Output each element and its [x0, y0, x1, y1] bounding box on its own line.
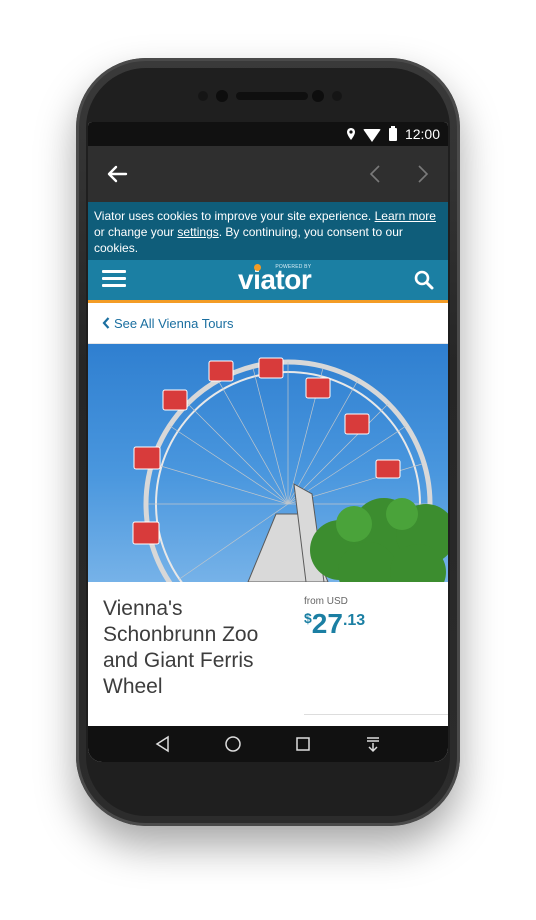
logo-dot [254, 264, 261, 271]
powered-by-label: POWERED BY [275, 264, 312, 270]
chevron-right-icon[interactable] [412, 164, 432, 184]
price-whole: 27 [311, 608, 343, 639]
price-currency: $ [304, 610, 312, 626]
learn-more-link[interactable]: Learn more [375, 209, 436, 223]
tour-title[interactable]: Vienna's Schonbrunn Zoo and Giant Ferris… [103, 596, 283, 700]
site-header: POWERED BY viator [88, 260, 448, 303]
browser-toolbar [88, 146, 448, 202]
tour-price: $27.13 [304, 608, 365, 640]
location-icon [346, 128, 355, 140]
cookie-text-1: Viator uses cookies to improve your site… [94, 209, 375, 223]
cookie-text-2: or change your [94, 225, 178, 239]
breadcrumb[interactable]: See All Vienna Tours [88, 303, 448, 344]
chevron-left-icon[interactable] [366, 164, 386, 184]
chevron-left-icon [102, 317, 110, 329]
status-bar: 12:00 [88, 122, 448, 146]
notification-down-icon[interactable] [364, 735, 382, 753]
settings-link[interactable]: settings [177, 225, 218, 239]
cookie-banner: Viator uses cookies to improve your site… [88, 202, 448, 260]
speaker-grille [236, 92, 308, 100]
status-time: 12:00 [404, 126, 440, 142]
viator-logo[interactable]: POWERED BY viator [238, 264, 312, 296]
price-cents: .13 [342, 612, 366, 629]
search-icon[interactable] [414, 270, 434, 290]
arrow-left-icon[interactable] [106, 163, 128, 185]
tour-details: Vienna's Schonbrunn Zoo and Giant Ferris… [88, 582, 448, 722]
breadcrumb-label: See All Vienna Tours [114, 315, 234, 331]
circle-home-icon[interactable] [224, 735, 242, 753]
camera-icon [216, 90, 228, 102]
ferris-wheel-illustration [132, 357, 448, 582]
sensor-icon [312, 90, 324, 102]
android-nav-bar [88, 726, 448, 762]
battery-icon [388, 125, 397, 141]
square-recents-icon[interactable] [294, 735, 312, 753]
from-price-label: from USD [304, 596, 348, 607]
hamburger-menu-icon[interactable] [102, 270, 126, 290]
divider [304, 714, 448, 715]
sensor-icon [332, 91, 342, 101]
sensor-icon [198, 91, 208, 101]
wifi-icon [362, 128, 381, 142]
phone-screen: 12:00 Viator uses cookies to improve you… [88, 122, 448, 762]
triangle-back-icon[interactable] [154, 735, 172, 753]
tour-hero-image[interactable] [88, 344, 448, 582]
